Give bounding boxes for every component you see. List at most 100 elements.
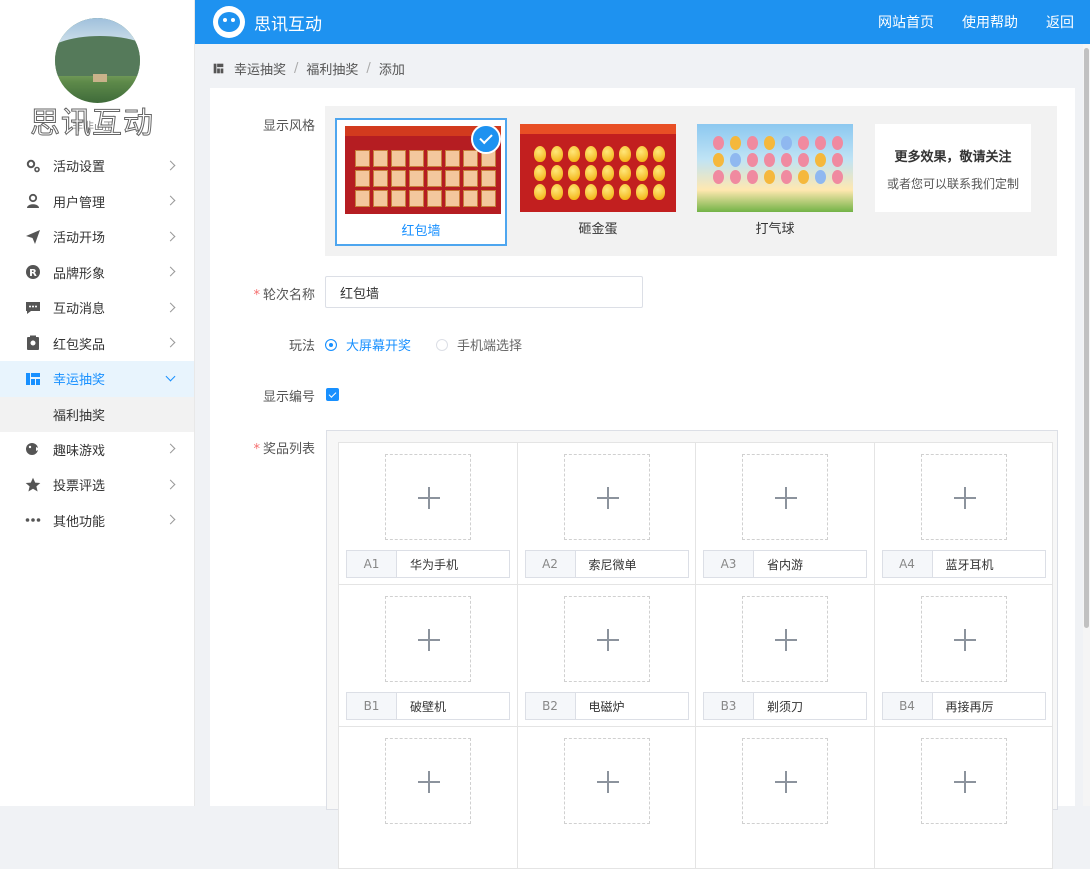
prize-code: B1 (347, 693, 397, 719)
sidebar-item-label: 活动开场 (53, 231, 106, 247)
prize-cell: B4 再接再厉 (873, 584, 1053, 727)
show-number-checkbox[interactable] (326, 388, 339, 401)
sidebar-item-activity-opening[interactable]: 活动开场 (0, 219, 194, 255)
prize-name-input[interactable]: 省内游 (754, 551, 803, 577)
style-card-balloon[interactable]: 打气球 (689, 118, 861, 246)
play-mode-bigscreen-radio[interactable]: 大屏幕开奖 (325, 335, 411, 354)
prize-cell (873, 726, 1053, 869)
chevron-right-icon (165, 443, 176, 454)
prize-code: B3 (704, 693, 754, 719)
breadcrumb-item[interactable]: 福利抽奖 (306, 59, 358, 78)
style-card-golden-egg[interactable]: 砸金蛋 (512, 118, 684, 246)
breadcrumb-current: 添加 (378, 63, 405, 78)
prize-name-input[interactable]: 蓝牙耳机 (933, 551, 994, 577)
message-icon (25, 300, 41, 316)
prize-name-input[interactable]: 电磁炉 (576, 693, 625, 719)
selected-check-icon (471, 124, 501, 154)
star-icon (25, 477, 41, 493)
back-link[interactable]: 返回 (1046, 12, 1074, 32)
sidebar-item-brand-image[interactable]: R 品牌形象 (0, 255, 194, 291)
image-upload-plus-icon[interactable] (920, 738, 1007, 824)
chevron-right-icon (165, 266, 176, 277)
image-upload-plus-icon[interactable] (920, 454, 1007, 540)
prize-name-field[interactable]: B1 破壁机 (346, 692, 510, 720)
prize-name-field[interactable]: A1 华为手机 (346, 550, 510, 578)
sidebar-menu: 活动设置 用户管理 活动开场 R 品牌形象 互动消息 红包奖品 幸运抽奖 福利抽… (0, 148, 194, 538)
image-upload-plus-icon[interactable] (563, 738, 650, 824)
image-upload-plus-icon[interactable] (920, 596, 1007, 682)
golden-egg-thumbnail (520, 124, 676, 212)
sidebar-item-lucky-draw[interactable]: 幸运抽奖 (0, 361, 194, 397)
scrollbar[interactable] (1083, 44, 1090, 806)
scrollbar-thumb[interactable] (1084, 48, 1089, 628)
round-name-input[interactable]: 红包墙 (325, 276, 643, 308)
image-upload-plus-icon[interactable] (742, 596, 828, 682)
prize-name-input[interactable]: 华为手机 (397, 551, 458, 577)
avatar[interactable] (55, 18, 140, 103)
style-card-red-packet-wall[interactable]: 红包墙 (335, 118, 507, 246)
game-icon (25, 441, 41, 457)
sidebar-subitem-welfare-draw[interactable]: 福利抽奖 (0, 396, 194, 432)
play-mode-mobile-radio[interactable]: 手机端选择 (436, 335, 522, 354)
sidebar: 非非ഥ正 思讯互动 活动设置 用户管理 活动开场 R 品牌形象 互动消息 红包奖… (0, 0, 195, 806)
more-effects-text: 或者您可以联系我们定制 (886, 177, 1019, 191)
prize-code: A1 (347, 551, 397, 577)
image-upload-plus-icon[interactable] (742, 454, 828, 540)
chevron-right-icon (165, 231, 176, 242)
prize-name-input[interactable]: 再接再厉 (933, 693, 994, 719)
sidebar-item-user-management[interactable]: 用户管理 (0, 184, 194, 220)
sidebar-item-interactive-messages[interactable]: 互动消息 (0, 290, 194, 326)
image-upload-plus-icon[interactable] (742, 738, 828, 824)
sidebar-item-activity-settings[interactable]: 活动设置 (0, 148, 194, 184)
chevron-right-icon (165, 337, 176, 348)
prize-name-input[interactable]: 索尼微单 (576, 551, 637, 577)
prize-name-field[interactable]: A4 蓝牙耳机 (881, 550, 1046, 578)
style-caption: 砸金蛋 (578, 222, 618, 237)
prize-name-input[interactable]: 破壁机 (397, 693, 446, 719)
sidebar-item-label: 投票评选 (53, 479, 106, 495)
prize-list-label: * 奖品列表 (253, 442, 315, 457)
round-name-label: * 轮次名称 (253, 288, 315, 303)
help-link[interactable]: 使用帮助 (962, 12, 1018, 32)
more-icon (25, 512, 41, 528)
sidebar-item-label: 趣味游戏 (53, 443, 106, 459)
radio-dot (325, 338, 337, 351)
prize-name-field[interactable]: B4 再接再厉 (881, 692, 1046, 720)
sidebar-item-red-packet-prizes[interactable]: 红包奖品 (0, 326, 194, 362)
registered-icon: R (25, 264, 41, 280)
logo-icon[interactable] (213, 6, 245, 38)
prize-name-input[interactable]: 剃须刀 (754, 693, 803, 719)
prize-cell: A3 省内游 (695, 442, 875, 585)
top-links: 网站首页 使用帮助 返回 (878, 12, 1090, 32)
breadcrumb-separator: / (366, 61, 371, 76)
sidebar-item-label: 活动设置 (53, 160, 106, 176)
style-caption: 红包墙 (401, 224, 441, 239)
home-link[interactable]: 网站首页 (878, 12, 934, 32)
prize-grid: A1 华为手机 A2 索尼微单 A3 省内游 A4 蓝牙耳机 B1 破壁机 B2 电磁炉 B3 剃须刀 B4… (338, 442, 1053, 869)
image-upload-plus-icon[interactable] (385, 596, 471, 682)
breadcrumb-item[interactable]: 幸运抽奖 (234, 59, 286, 78)
prize-name-field[interactable]: B2 电磁炉 (524, 692, 689, 720)
prize-cell: B3 剃须刀 (695, 584, 875, 727)
sidebar-item-fun-games[interactable]: 趣味游戏 (0, 432, 194, 468)
image-upload-plus-icon[interactable] (563, 596, 650, 682)
prize-name-field[interactable]: B3 剃须刀 (703, 692, 867, 720)
user-icon (25, 193, 41, 209)
prize-cell: A4 蓝牙耳机 (873, 442, 1053, 585)
app-title: 思讯互动 (254, 14, 322, 35)
required-mark: * (253, 288, 260, 303)
sidebar-item-other-features[interactable]: 其他功能 (0, 503, 194, 539)
sidebar-item-voting[interactable]: 投票评选 (0, 467, 194, 503)
image-upload-plus-icon[interactable] (385, 738, 471, 824)
prize-cell: A1 华为手机 (338, 442, 518, 585)
send-icon (25, 229, 41, 245)
prize-name-field[interactable]: A3 省内游 (703, 550, 867, 578)
image-upload-plus-icon[interactable] (385, 454, 471, 540)
image-upload-plus-icon[interactable] (563, 454, 650, 540)
chevron-right-icon (165, 195, 176, 206)
breadcrumb: 幸运抽奖 / 福利抽奖 / 添加 (213, 59, 405, 78)
sidebar-item-label: 用户管理 (53, 195, 106, 211)
prize-name-field[interactable]: A2 索尼微单 (524, 550, 689, 578)
profile-area: 非非ഥ正 思讯互动 (0, 0, 194, 150)
gift-icon (25, 335, 41, 351)
